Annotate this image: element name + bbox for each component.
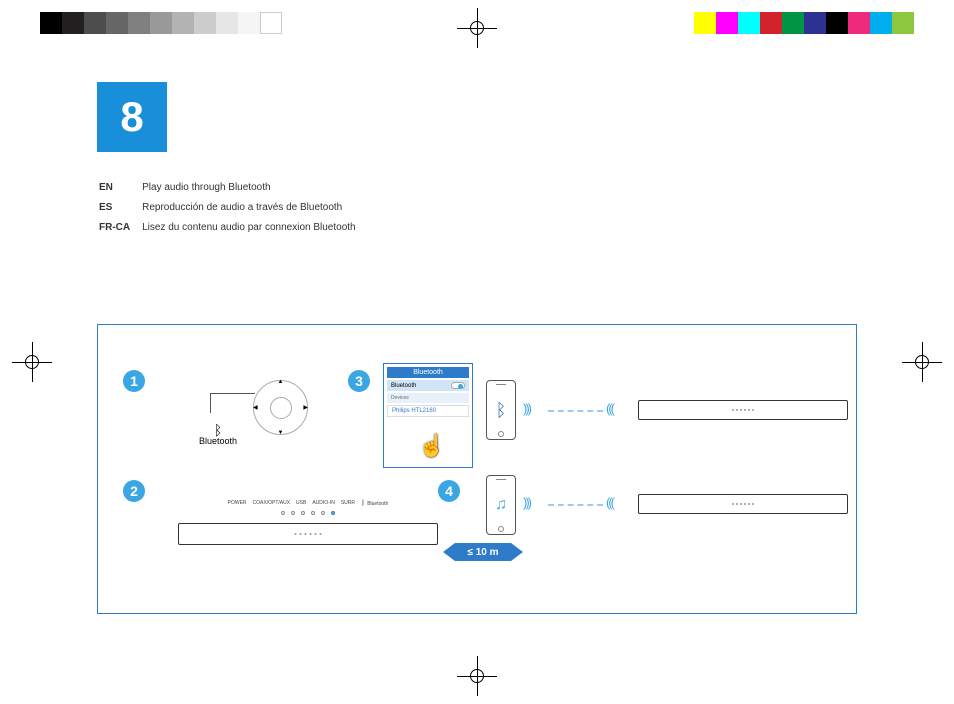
bluetooth-icon: ᛒ Bluetooth bbox=[199, 423, 237, 446]
bluetooth-settings-panel: Bluetooth Bluetooth Devices Philips HTL2… bbox=[383, 363, 473, 468]
led-label: COAX/OPT/AUX bbox=[253, 500, 291, 507]
reg-mark-right bbox=[902, 342, 942, 382]
distance-value: ≤ 10 m bbox=[455, 543, 511, 561]
lang-text: Reproducción de audio a través de Blueto… bbox=[142, 199, 356, 217]
phone-home-button bbox=[498, 526, 504, 532]
instruction-frca: FR-CA Lisez du contenu audio par connexi… bbox=[99, 219, 356, 237]
instruction-es: ES Reproducción de audio a través de Blu… bbox=[99, 199, 356, 217]
dpad-up: ▲ bbox=[278, 379, 284, 385]
led-dot bbox=[321, 511, 325, 515]
dpad-right: ▶ bbox=[303, 404, 308, 411]
led-dots bbox=[178, 511, 438, 515]
bluetooth-toggle-row: Bluetooth bbox=[387, 380, 469, 391]
dpad-left: ◀ bbox=[253, 404, 258, 411]
bluetooth-icon: ᛒ bbox=[496, 400, 507, 421]
led-dot bbox=[291, 511, 295, 515]
lang-text: Play audio through Bluetooth bbox=[142, 179, 356, 197]
panel-title: Bluetooth bbox=[387, 367, 469, 378]
print-colorbar-color bbox=[694, 12, 914, 34]
arrow-right-icon bbox=[511, 543, 523, 561]
step-2-badge: 2 bbox=[123, 480, 145, 502]
led-label-bt: ᛒ Bluetooth bbox=[361, 500, 388, 507]
signal-dashes bbox=[548, 410, 603, 412]
signal-waves-icon bbox=[523, 401, 530, 416]
phone-earpiece bbox=[496, 479, 506, 480]
led-dot bbox=[281, 511, 285, 515]
devices-section-label: Devices bbox=[387, 393, 469, 403]
distance-indicator: ≤ 10 m bbox=[443, 543, 523, 561]
lang-code: ES bbox=[99, 199, 140, 217]
step-3-badge: 3 bbox=[348, 370, 370, 392]
led-labels: POWER COAX/OPT/AUX USB AUDIO-IN SURR ᛒ B… bbox=[178, 500, 438, 507]
step-1-badge: 1 bbox=[123, 370, 145, 392]
arrow-left-icon bbox=[443, 543, 455, 561]
led-dot bbox=[301, 511, 305, 515]
signal-waves-icon bbox=[523, 495, 530, 510]
soundbar-status: POWER COAX/OPT/AUX USB AUDIO-IN SURR ᛒ B… bbox=[178, 500, 438, 545]
dpad-down: ▼ bbox=[278, 430, 284, 436]
music-note-icon: ♫ bbox=[495, 496, 507, 514]
led-dot bbox=[311, 511, 315, 515]
led-label: USB bbox=[296, 500, 306, 507]
reg-mark-top bbox=[457, 8, 497, 48]
reg-mark-left bbox=[12, 342, 52, 382]
signal-waves-icon bbox=[606, 495, 613, 510]
bluetooth-icon: ᛒ bbox=[361, 500, 365, 507]
remote-ok bbox=[270, 397, 292, 419]
callout-line bbox=[210, 393, 255, 394]
diagram-frame: 1 ▲ ▼ ◀ ▶ ᛒ Bluetooth 2 POWER COAX/OPT/A… bbox=[97, 324, 857, 614]
soundbar bbox=[638, 400, 848, 420]
step-4-badge: 4 bbox=[438, 480, 460, 502]
bluetooth-label: Bluetooth bbox=[199, 436, 237, 446]
device-entry: Philips HTL2160 bbox=[387, 405, 469, 417]
row-label: Bluetooth bbox=[391, 383, 416, 389]
remote-dpad: ▲ ▼ ◀ ▶ bbox=[253, 380, 308, 435]
callout-line bbox=[210, 393, 211, 413]
soundbar bbox=[638, 494, 848, 514]
section-number-box: 8 bbox=[97, 82, 167, 152]
led-dot-active bbox=[331, 511, 335, 515]
phone-bluetooth: ᛒ bbox=[486, 380, 516, 440]
signal-waves-icon bbox=[606, 401, 613, 416]
soundbar bbox=[178, 523, 438, 545]
led-label: SURR bbox=[341, 500, 355, 507]
section-number: 8 bbox=[120, 93, 143, 141]
lang-text: Lisez du contenu audio par connexion Blu… bbox=[142, 219, 356, 237]
instruction-en: EN Play audio through Bluetooth bbox=[99, 179, 356, 197]
phone-earpiece bbox=[496, 384, 506, 385]
bluetooth-glyph: ᛒ bbox=[199, 423, 237, 437]
lang-code: EN bbox=[99, 179, 140, 197]
led-label: POWER bbox=[228, 500, 247, 507]
finger-tap-icon: ☝ bbox=[418, 433, 445, 459]
lang-code: FR-CA bbox=[99, 219, 140, 237]
language-instructions: EN Play audio through Bluetooth ES Repro… bbox=[97, 177, 358, 239]
phone-home-button bbox=[498, 431, 504, 437]
print-colorbar-grayscale bbox=[40, 12, 282, 34]
phone-music: ♫ bbox=[486, 475, 516, 535]
remote-control: ▲ ▼ ◀ ▶ ᛒ Bluetooth bbox=[168, 355, 318, 445]
signal-dashes bbox=[548, 504, 603, 506]
toggle-on bbox=[451, 382, 465, 389]
led-label: AUDIO-IN bbox=[312, 500, 335, 507]
reg-mark-bottom bbox=[457, 656, 497, 696]
